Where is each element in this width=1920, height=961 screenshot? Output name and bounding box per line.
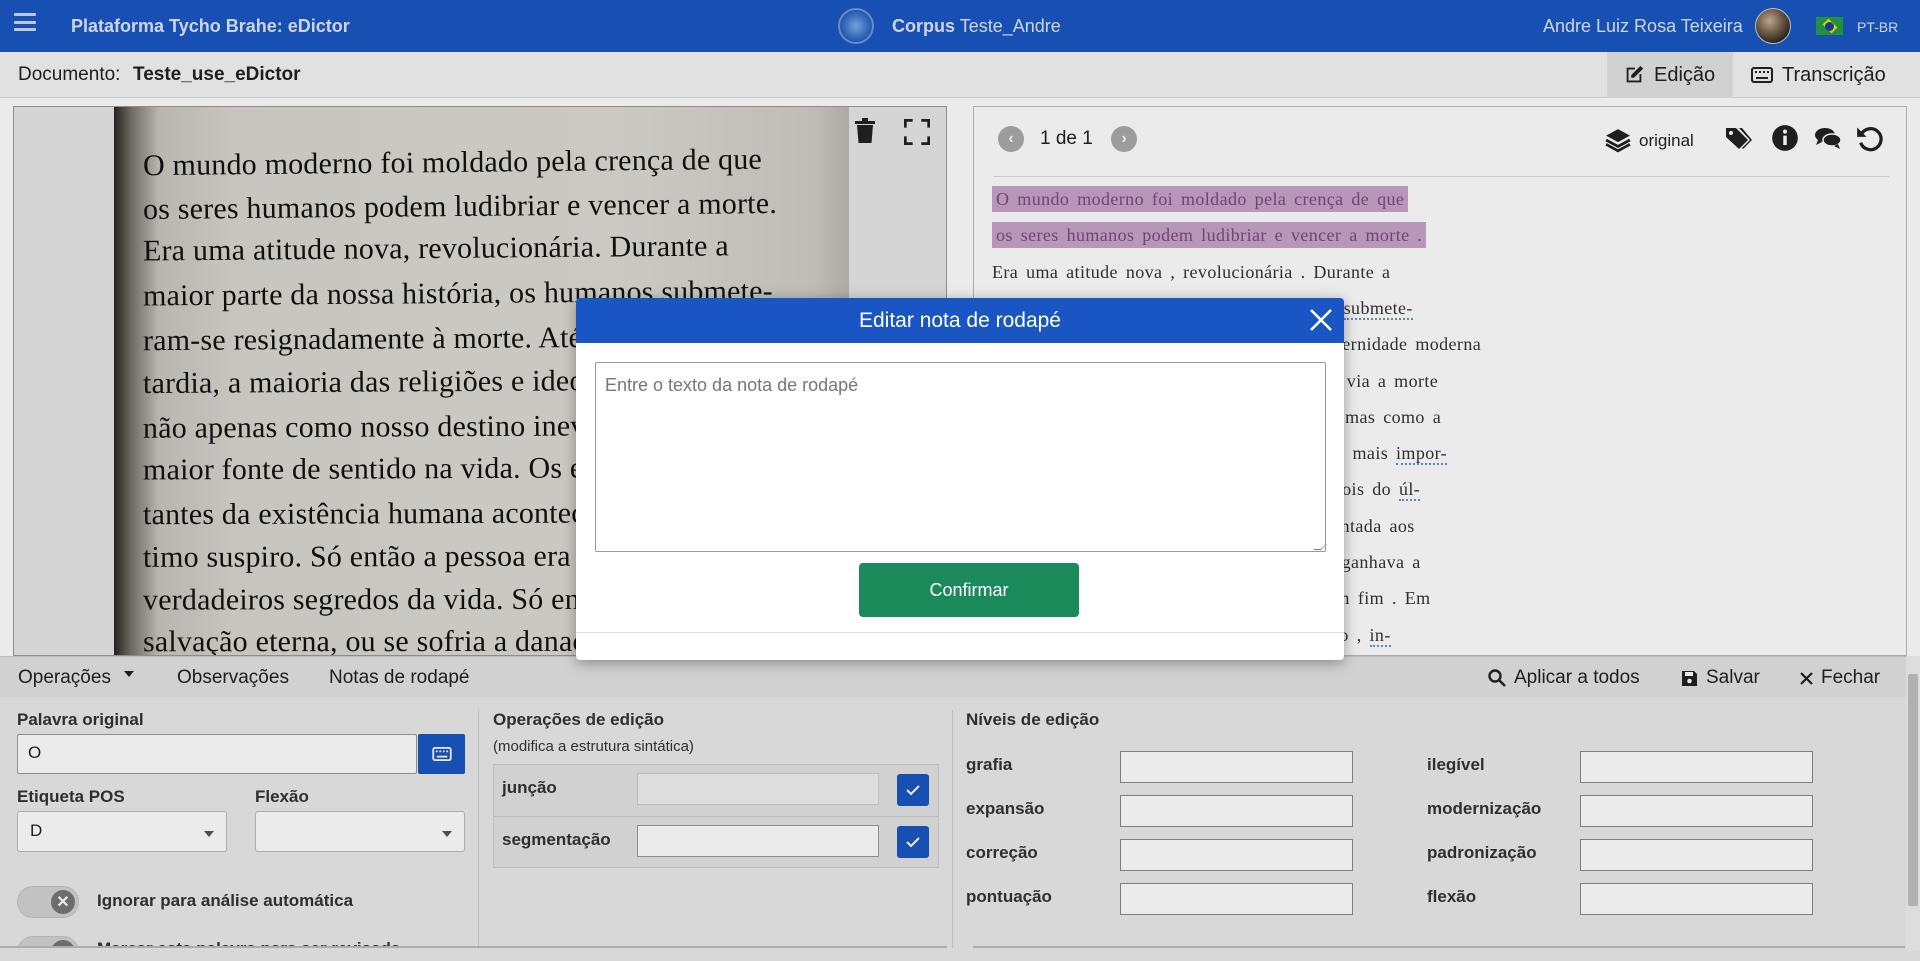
- modal-title: Editar nota de rodapé: [859, 308, 1061, 332]
- confirm-button[interactable]: Confirmar: [859, 563, 1079, 617]
- modal-header: Editar nota de rodapé: [576, 298, 1344, 343]
- footnote-modal: Editar nota de rodapé Confirmar: [576, 298, 1344, 660]
- close-icon[interactable]: [1308, 307, 1334, 333]
- footnote-textarea[interactable]: [595, 362, 1326, 552]
- modal-footer-divider: [576, 632, 1344, 633]
